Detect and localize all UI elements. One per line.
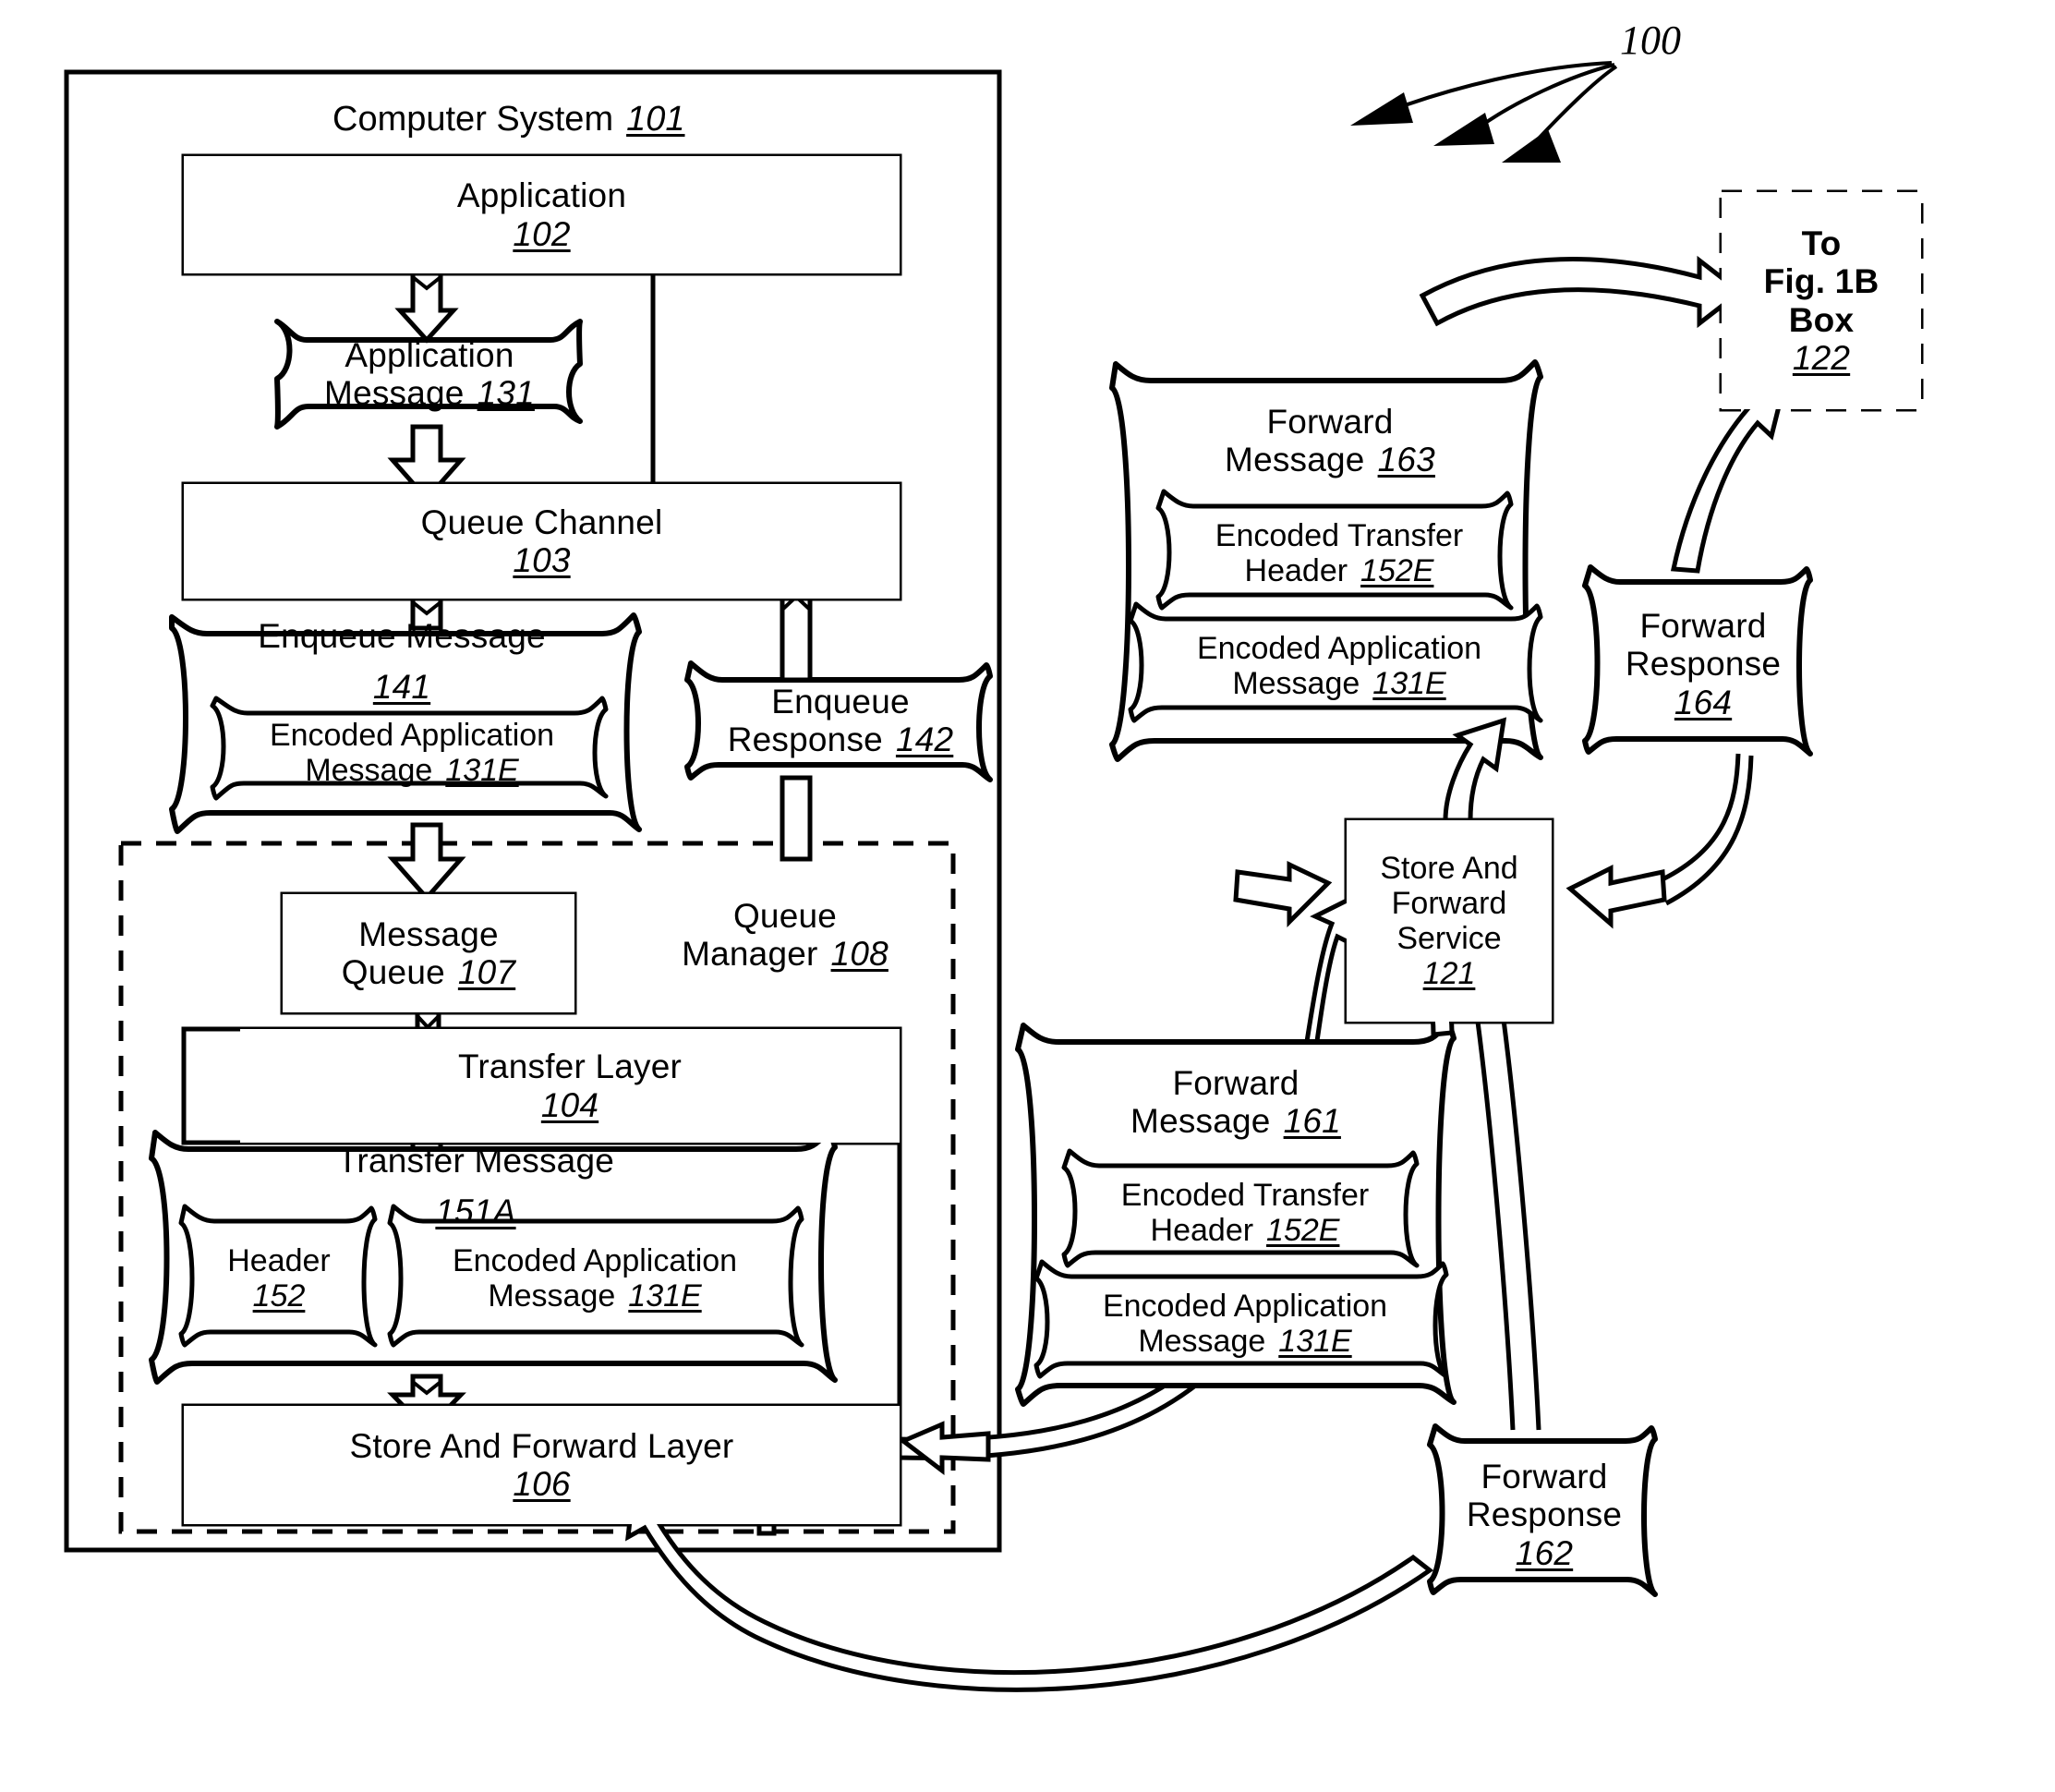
transfer-layer-box: Transfer Layer 104	[240, 1029, 900, 1143]
queue-manager-num: 108	[830, 935, 888, 973]
enqueue-response-label2: Response	[727, 720, 883, 758]
forward-161-eam-label: Encoded Application	[1102, 1288, 1388, 1324]
application-message-label2: Message	[324, 374, 465, 412]
store-and-forward-service-box: Store And Forward Service 121	[1347, 820, 1552, 1022]
application-message-num: 131	[477, 374, 535, 412]
transfer-layer-label: Transfer Layer	[457, 1047, 683, 1086]
forward-163-eam-label2: Message	[1232, 666, 1360, 701]
transfer-encoded-num: 131E	[628, 1278, 702, 1314]
enqueue-message-label: Enqueue Message	[258, 616, 546, 655]
forward-response-162-label2: Response	[1466, 1495, 1623, 1534]
forward-161-eth-num: 152E	[1266, 1213, 1340, 1248]
forward-response-162-num: 162	[1515, 1533, 1574, 1572]
forward-message-163-label: Forward	[1266, 402, 1394, 441]
computer-system-num: 101	[626, 100, 685, 139]
application-box: Application 102	[184, 156, 900, 273]
sf-service-label3: Service	[1396, 921, 1502, 956]
message-queue-label2: Queue	[341, 953, 445, 991]
to-fig-1b-box: To Fig. 1B Box 122	[1722, 192, 1921, 409]
forward-message-163-num: 163	[1377, 441, 1435, 478]
forward-161-eam-num: 131E	[1278, 1324, 1352, 1359]
to-fig-1b-num: 122	[1792, 338, 1851, 377]
forward-163-eam-label: Encoded Application	[1196, 630, 1482, 666]
store-forward-layer-num: 106	[513, 1465, 571, 1503]
sf-service-num: 121	[1422, 956, 1476, 992]
application-num: 102	[513, 214, 571, 253]
enqueue-inner-num: 131E	[445, 753, 519, 788]
forward-message-161-label2: Message	[1130, 1102, 1271, 1140]
to-fig-1b-label: To	[1801, 224, 1842, 262]
queue-channel-num: 103	[513, 541, 571, 579]
store-forward-layer-label: Store And Forward Layer	[349, 1426, 734, 1465]
enqueue-response-label: Enqueue	[771, 682, 910, 720]
transfer-message-num: 151A	[435, 1193, 516, 1230]
forward-161-encoded-transfer-header: Encoded Transfer Header 152E	[1082, 1173, 1408, 1253]
enqueue-response-scroll: Enqueue Response 142	[702, 672, 979, 769]
forward-163-eth-num: 152E	[1360, 553, 1434, 588]
application-message-label: Application	[345, 335, 514, 374]
forward-response-164-scroll: Forward Response 164	[1600, 597, 1807, 732]
forward-response-164-label: Forward	[1639, 606, 1767, 645]
forward-response-162-scroll: Forward Response 162	[1441, 1454, 1648, 1576]
transfer-message-label: Transfer Message	[337, 1141, 614, 1180]
forward-163-encoded-transfer-header: Encoded Transfer Header 152E	[1177, 514, 1502, 593]
ref-100-leader-arrows	[1350, 61, 1618, 163]
message-queue-num: 107	[457, 953, 516, 991]
forward-163-eam-num: 131E	[1372, 666, 1446, 701]
transfer-message-title: Transfer Message 151A	[259, 1142, 693, 1230]
figure-reference-100: 100	[1620, 17, 1681, 64]
transfer-message-header: Header 152	[196, 1238, 362, 1319]
queue-manager-label-group: Queue Manager 108	[647, 887, 924, 983]
enqueue-message-inner-encoded-app-message: Encoded Application Message 131E	[233, 713, 591, 793]
application-label: Application	[456, 176, 627, 215]
transfer-layer-num: 104	[540, 1085, 599, 1124]
forward-163-eth-label: Encoded Transfer	[1215, 517, 1464, 553]
enqueue-response-num: 142	[895, 720, 954, 758]
enqueue-inner-label: Encoded Application	[269, 717, 555, 753]
forward-message-163-title: Forward Message 163	[1145, 392, 1515, 490]
forward-message-161-title: Forward Message 161	[1051, 1053, 1420, 1151]
enqueue-message-num: 141	[372, 668, 431, 706]
message-queue-box: Message Queue 107	[283, 894, 574, 1012]
forward-161-eth-label: Encoded Transfer	[1120, 1177, 1370, 1213]
transfer-encoded-label2: Message	[488, 1278, 616, 1314]
forward-161-encoded-app-message: Encoded Application Message 131E	[1055, 1284, 1435, 1363]
queue-channel-box: Queue Channel 103	[184, 484, 900, 599]
forward-163-eth-label2: Header	[1244, 553, 1348, 588]
sf-service-label: Store And	[1380, 850, 1518, 886]
figure-reference-100-text: 100	[1620, 18, 1681, 63]
computer-system-label: Computer System	[332, 100, 614, 139]
application-message-scroll: Application Message 131	[286, 325, 573, 423]
computer-system-title: Computer System 101	[332, 100, 685, 139]
queue-manager-label2: Manager	[682, 935, 818, 973]
transfer-encoded-label: Encoded Application	[452, 1242, 738, 1278]
message-queue-label: Message	[358, 914, 499, 953]
forward-response-162-label: Forward	[1481, 1457, 1608, 1495]
forward-163-encoded-app-message: Encoded Application Message 131E	[1149, 626, 1529, 706]
enqueue-inner-label2: Message	[305, 753, 433, 788]
sf-service-label2: Forward	[1391, 885, 1507, 921]
transfer-message-encoded-app-message: Encoded Application Message 131E	[406, 1238, 783, 1319]
queue-channel-label: Queue Channel	[420, 502, 663, 541]
store-and-forward-layer-box: Store And Forward Layer 106	[184, 1406, 900, 1524]
transfer-header-num: 152	[252, 1278, 306, 1314]
transfer-header-label: Header	[227, 1242, 331, 1278]
forward-161-eth-label2: Header	[1150, 1213, 1254, 1248]
forward-message-161-label: Forward	[1172, 1063, 1299, 1102]
forward-response-164-num: 164	[1674, 683, 1733, 721]
forward-response-164-label2: Response	[1625, 645, 1782, 684]
queue-manager-label: Queue	[732, 896, 838, 935]
to-fig-1b-label2: Fig. 1B	[1763, 262, 1880, 301]
enqueue-message-title: Enqueue Message 141	[185, 617, 619, 706]
figure-canvas: .s { fill:#ffffff; stroke:#000000; strok…	[0, 0, 2055, 1792]
to-fig-1b-label3: Box	[1788, 300, 1855, 339]
forward-message-163-label2: Message	[1225, 441, 1365, 478]
forward-message-161-num: 161	[1283, 1102, 1341, 1140]
forward-161-eam-label2: Message	[1138, 1324, 1266, 1359]
